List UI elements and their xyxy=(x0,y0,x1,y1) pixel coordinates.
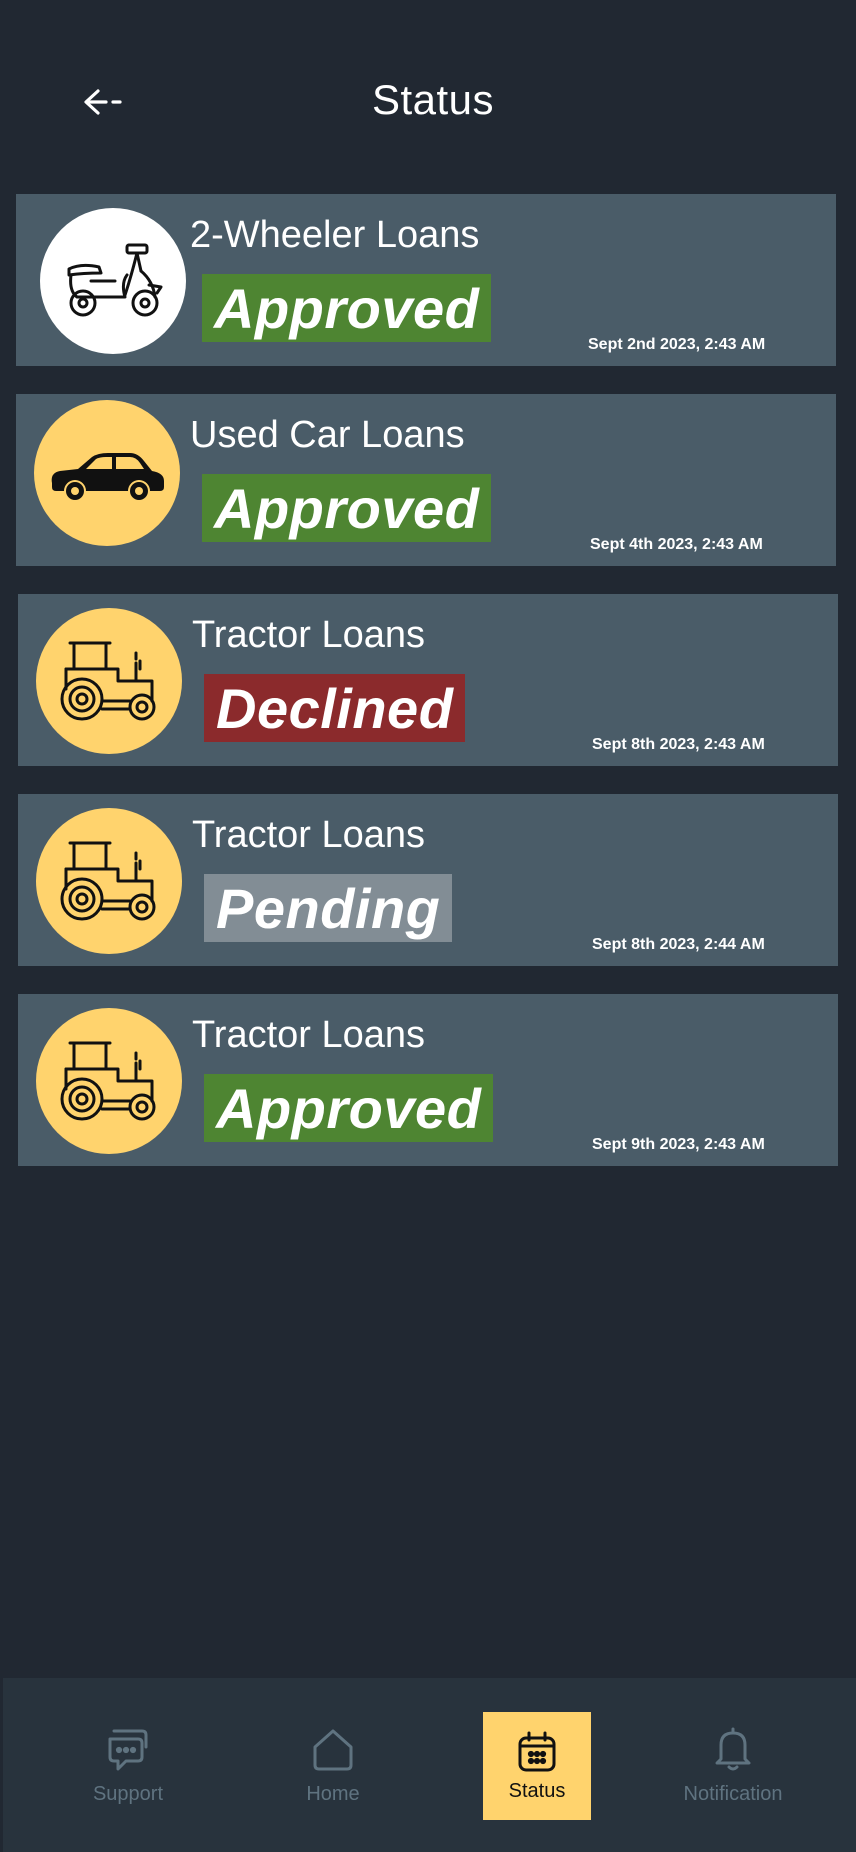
loan-card-tractor[interactable]: Tractor Loans Declined Sept 8th 2023, 2:… xyxy=(18,594,838,766)
loan-card-used-car[interactable]: Used Car Loans Approved Sept 4th 2023, 2… xyxy=(16,394,836,566)
loan-timestamp: Sept 2nd 2023, 2:43 AM xyxy=(588,336,766,353)
tractor-icon xyxy=(60,641,156,721)
home-icon xyxy=(313,1729,353,1770)
loan-timestamp: Sept 8th 2023, 2:44 AM xyxy=(592,936,765,953)
loan-timestamp: Sept 4th 2023, 2:43 AM xyxy=(590,536,763,553)
loan-icon-circle xyxy=(34,400,180,546)
loan-icon-circle xyxy=(36,608,182,754)
header: Status xyxy=(0,0,856,190)
loan-icon-circle xyxy=(36,1008,182,1154)
nav-item-home[interactable]: Home xyxy=(278,1678,388,1852)
loan-card-tractor[interactable]: Tractor Loans Pending Sept 8th 2023, 2:4… xyxy=(18,794,838,966)
nav-item-notification[interactable]: Notification xyxy=(663,1678,803,1852)
loan-timestamp: Sept 8th 2023, 2:43 AM xyxy=(592,736,765,753)
bell-icon xyxy=(715,1727,751,1770)
car-icon xyxy=(51,453,164,500)
loan-title: Tractor Loans xyxy=(192,614,426,656)
nav-label: Support xyxy=(92,1782,164,1805)
loan-title: Used Car Loans xyxy=(190,414,465,456)
status-badge: Approved xyxy=(202,274,492,342)
loan-title: Tractor Loans xyxy=(192,1014,426,1056)
status-badge: Approved xyxy=(204,1074,494,1142)
loan-card-tractor[interactable]: Tractor Loans Approved Sept 9th 2023, 2:… xyxy=(18,994,838,1166)
loan-icon-circle xyxy=(36,808,182,954)
nav-label: Notification xyxy=(683,1782,783,1805)
nav-label: Home xyxy=(306,1782,360,1805)
nav-item-status[interactable]: Status xyxy=(483,1712,591,1820)
nav-label: Status xyxy=(508,1779,566,1802)
tractor-icon xyxy=(60,841,156,921)
status-badge: Pending xyxy=(204,874,453,942)
support-chat-icon xyxy=(108,1729,148,1770)
loan-timestamp: Sept 9th 2023, 2:43 AM xyxy=(592,1136,765,1153)
status-badge: Approved xyxy=(202,474,492,542)
bottom-nav: Support Home Status Notification xyxy=(3,1678,856,1852)
loan-icon-circle xyxy=(40,208,186,354)
tractor-icon xyxy=(60,1041,156,1121)
page-title: Status xyxy=(371,76,495,123)
status-badge: Declined xyxy=(204,674,466,742)
status-screen: Status 2-Wheeler Loans Approved Sept 2nd… xyxy=(0,0,856,1852)
loan-title: Tractor Loans xyxy=(192,814,426,856)
calendar-icon xyxy=(518,1731,556,1771)
loan-title: 2-Wheeler Loans xyxy=(190,214,480,256)
nav-item-support[interactable]: Support xyxy=(73,1678,183,1852)
loan-card-2-wheeler[interactable]: 2-Wheeler Loans Approved Sept 2nd 2023, … xyxy=(16,194,836,366)
scooter-icon xyxy=(67,243,163,317)
